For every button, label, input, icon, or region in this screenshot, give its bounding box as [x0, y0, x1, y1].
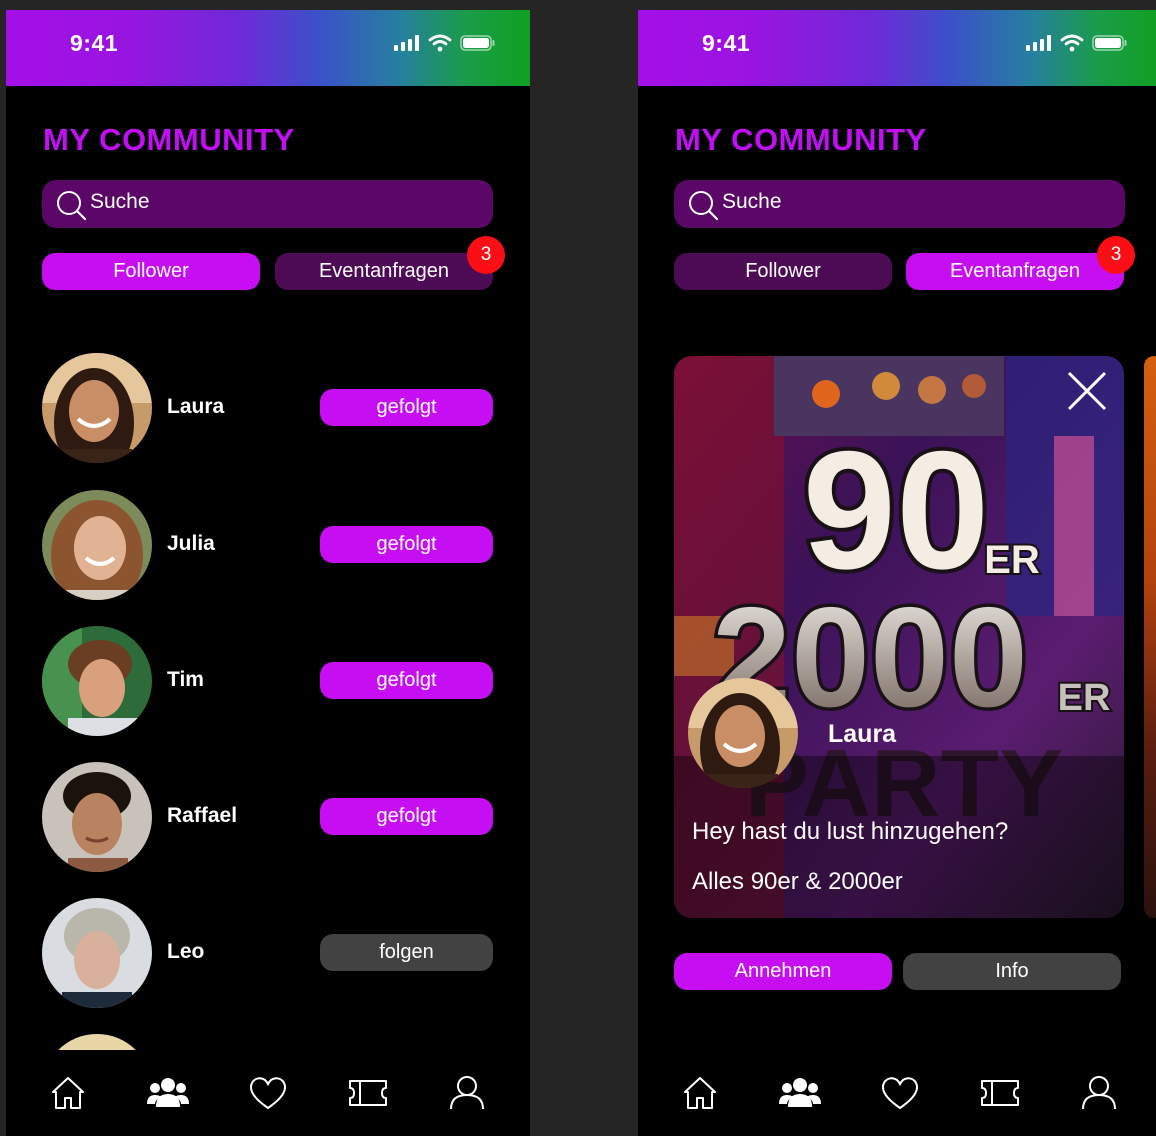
poster-suffix-er: ER	[984, 538, 1040, 582]
status-time: 9:41	[70, 30, 119, 56]
tab-follower[interactable]: Follower	[42, 253, 260, 290]
home-icon[interactable]	[50, 1075, 86, 1111]
search-input[interactable]: Suche	[90, 190, 150, 214]
close-icon[interactable]	[1066, 370, 1108, 412]
poster-number-90: 90	[803, 416, 990, 604]
person-name: Raffael	[167, 804, 238, 827]
page-title: MY COMMUNITY	[43, 122, 295, 157]
person-name: Leo	[167, 940, 205, 963]
avatar	[42, 353, 152, 463]
bottom-nav	[6, 1065, 530, 1125]
sender-name: Laura	[828, 720, 897, 748]
profile-icon[interactable]	[1081, 1075, 1117, 1111]
status-bar: 9:41	[638, 10, 1156, 86]
search-input[interactable]: Suche	[722, 190, 782, 214]
bottom-nav	[638, 1065, 1156, 1125]
following-button[interactable]: gefolgt	[320, 798, 493, 835]
search-bar[interactable]: Suche	[42, 180, 493, 228]
signal-icon	[394, 35, 419, 51]
search-bar[interactable]: Suche	[674, 180, 1125, 228]
page-title: MY COMMUNITY	[675, 122, 927, 157]
following-button[interactable]: gefolgt	[320, 526, 493, 563]
wifi-icon	[1060, 34, 1084, 52]
person-name: Julia	[167, 532, 215, 555]
accept-button[interactable]: Annehmen	[674, 953, 892, 990]
tab-follower[interactable]: Follower	[674, 253, 892, 290]
following-button[interactable]: gefolgt	[320, 662, 493, 699]
event-request-card[interactable]: 90 ER 2000 ER PARTY Laura Hey hast du lu…	[674, 356, 1124, 918]
wifi-icon	[428, 34, 452, 52]
home-icon[interactable]	[682, 1075, 718, 1111]
search-icon	[689, 191, 719, 221]
community-icon[interactable]	[146, 1075, 190, 1111]
avatar	[42, 626, 152, 736]
ticket-icon[interactable]	[348, 1075, 388, 1111]
tab-event-requests[interactable]: Eventanfragen	[906, 253, 1124, 290]
community-follower-screen: 9:41 MY COMMUNITY Suche Follower Eventan…	[6, 10, 530, 1136]
battery-icon	[1092, 35, 1127, 51]
list-item-partial	[42, 1034, 152, 1050]
avatar	[42, 898, 152, 1008]
community-requests-screen: 9:41 MY COMMUNITY Suche Follower Eventan…	[638, 10, 1156, 1136]
profile-icon[interactable]	[449, 1075, 485, 1111]
info-button[interactable]: Info	[903, 953, 1121, 990]
avatar	[42, 762, 152, 872]
request-message: Hey hast du lust hinzugehen?	[692, 818, 1009, 845]
ticket-icon[interactable]	[980, 1075, 1020, 1111]
notification-badge: 3	[467, 236, 505, 274]
event-name: Alles 90er & 2000er	[692, 868, 903, 895]
heart-icon[interactable]	[248, 1075, 288, 1111]
poster-suffix-er-2: ER	[1058, 677, 1111, 719]
list-item[interactable]: Leo folgen	[42, 898, 494, 1008]
heart-icon[interactable]	[880, 1075, 920, 1111]
search-icon	[57, 191, 87, 221]
notification-badge: 3	[1097, 236, 1135, 274]
list-item[interactable]: Julia gefolgt	[42, 490, 494, 600]
avatar	[42, 490, 152, 600]
status-time: 9:41	[702, 30, 751, 56]
person-name: Laura	[167, 395, 225, 418]
tab-event-requests[interactable]: Eventanfragen	[275, 253, 493, 290]
follow-button[interactable]: folgen	[320, 934, 493, 971]
following-button[interactable]: gefolgt	[320, 389, 493, 426]
signal-icon	[1026, 35, 1051, 51]
list-item[interactable]: Tim gefolgt	[42, 626, 494, 736]
list-item[interactable]: Laura gefolgt	[42, 353, 494, 463]
battery-icon	[460, 35, 495, 51]
sender-avatar	[688, 678, 798, 788]
list-item[interactable]: Raffael gefolgt	[42, 762, 494, 872]
next-card-preview[interactable]	[1144, 356, 1156, 918]
community-icon[interactable]	[778, 1075, 822, 1111]
status-bar: 9:41	[6, 10, 530, 86]
person-name: Tim	[167, 668, 204, 691]
